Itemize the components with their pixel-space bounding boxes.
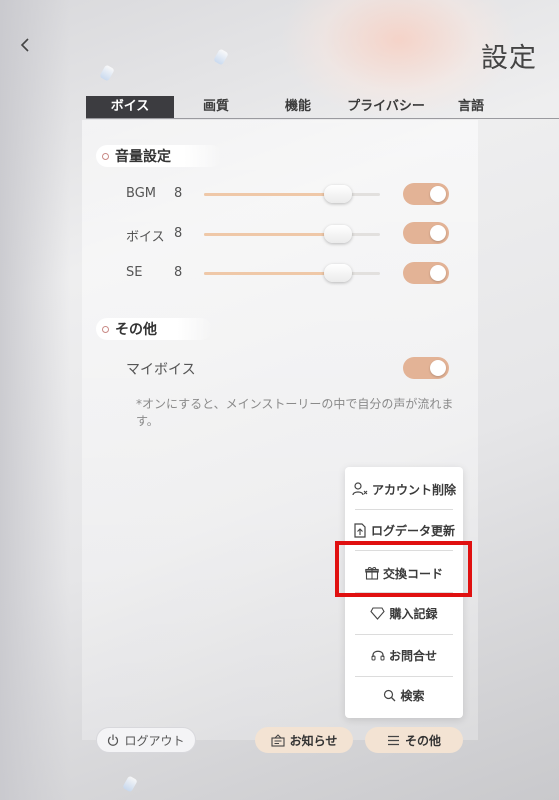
headset-icon: [371, 650, 385, 661]
my-voice-toggle[interactable]: [403, 357, 449, 379]
se-slider-thumb[interactable]: [324, 264, 352, 282]
section-other-title: その他: [115, 322, 157, 338]
menu-item-label: アカウント削除: [371, 482, 456, 497]
tab-privacy[interactable]: プライバシー: [341, 96, 431, 118]
back-button[interactable]: [10, 30, 40, 60]
voice-slider-fill: [204, 233, 338, 236]
sparkle-decoration: [122, 775, 138, 793]
voice-toggle[interactable]: [403, 222, 449, 244]
search-icon: [384, 689, 396, 701]
section-other: その他: [96, 318, 212, 340]
menu-divider: [355, 550, 453, 551]
se-slider-fill: [204, 272, 338, 275]
diamond-icon: [370, 606, 386, 620]
toggle-knob: [430, 225, 446, 241]
tab-functions[interactable]: 機能: [268, 96, 328, 118]
file-upload-icon: [354, 522, 366, 538]
bgm-toggle[interactable]: [403, 183, 449, 205]
menu-item-label: お問合せ: [388, 648, 437, 663]
voice-label: ボイス: [126, 230, 165, 245]
tab-voice[interactable]: ボイス: [86, 96, 174, 118]
toggle-knob: [430, 186, 446, 202]
section-volume-title: 音量設定: [115, 149, 171, 165]
bgm-slider-fill: [204, 193, 338, 196]
voice-value: 8: [174, 226, 183, 241]
notice-label: お知らせ: [289, 733, 338, 748]
bgm-value: 8: [174, 186, 183, 201]
other-menu: アカウント削除 ログデータ更新 交換コード 購入記録 お問合せ 検索: [345, 467, 463, 718]
my-voice-note: *オンにすると、メインストーリーの中で自分の声が流れます。: [136, 397, 454, 428]
tab-graphics[interactable]: 画質: [186, 96, 246, 118]
logout-label: ログアウト: [124, 733, 185, 748]
other-button[interactable]: その他: [365, 727, 463, 753]
bgm-slider[interactable]: [204, 185, 380, 203]
gift-icon: [365, 567, 379, 580]
menu-item-search[interactable]: 検索: [345, 675, 463, 715]
chevron-left-icon: [20, 38, 29, 52]
tab-bar: ボイス 画質 機能 プライバシー 言語: [86, 96, 559, 118]
voice-slider[interactable]: [204, 225, 380, 243]
voice-slider-thumb[interactable]: [324, 225, 352, 243]
notice-button[interactable]: お知らせ: [255, 727, 353, 753]
power-icon: [108, 734, 119, 746]
bgm-slider-thumb[interactable]: [324, 185, 352, 203]
section-dot-icon: [102, 325, 109, 333]
menu-item-log-update[interactable]: ログデータ更新: [345, 510, 463, 550]
menu-item-label: ログデータ更新: [370, 523, 455, 538]
menu-item-label: 交換コード: [382, 566, 443, 581]
bgm-label: BGM: [126, 186, 156, 201]
tab-underline: [86, 118, 559, 119]
toggle-knob: [430, 265, 446, 281]
menu-item-contact[interactable]: お問合せ: [345, 635, 463, 675]
se-slider[interactable]: [204, 264, 380, 282]
other-label: その他: [404, 733, 441, 748]
menu-item-label: 検索: [400, 688, 425, 703]
user-remove-icon: [352, 482, 368, 496]
section-dot-icon: [102, 152, 109, 160]
se-label: SE: [126, 265, 143, 280]
menu-item-purchase-history[interactable]: 購入記録: [345, 593, 463, 633]
menu-lines-icon: [387, 735, 399, 745]
tab-language[interactable]: 言語: [451, 96, 491, 118]
sparkle-decoration: [99, 64, 115, 82]
se-toggle[interactable]: [403, 262, 449, 284]
notice-board-icon: [271, 733, 285, 747]
toggle-knob: [430, 360, 446, 376]
logout-button[interactable]: ログアウト: [96, 727, 196, 753]
menu-item-account-delete[interactable]: アカウント削除: [345, 469, 463, 509]
page-title: 設定: [481, 43, 537, 74]
sparkle-decoration: [213, 48, 229, 66]
se-value: 8: [174, 265, 183, 280]
menu-item-exchange-code[interactable]: 交換コード: [345, 553, 463, 593]
section-volume: 音量設定: [96, 145, 222, 167]
background-edge: [0, 0, 70, 800]
menu-item-label: 購入記録: [389, 606, 438, 621]
my-voice-label: マイボイス: [126, 362, 196, 378]
